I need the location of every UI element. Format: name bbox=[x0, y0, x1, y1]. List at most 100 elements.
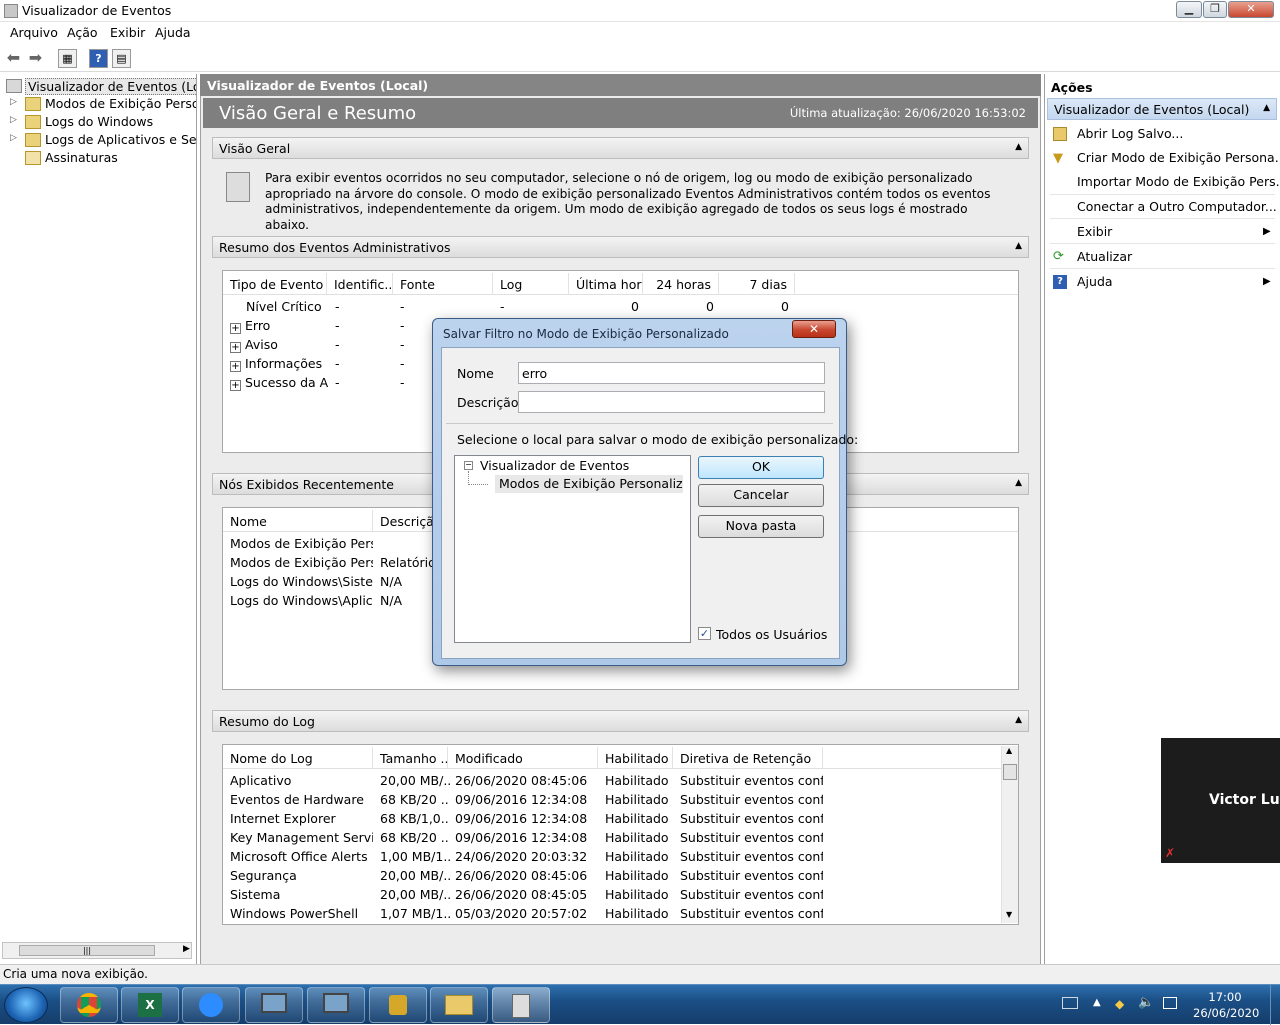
tree-horizontal-scrollbar[interactable]: ||| ▶ bbox=[2, 942, 192, 959]
clock[interactable]: 17:00 26/06/2020 bbox=[1193, 989, 1259, 1021]
table-row[interactable]: + Aviso bbox=[230, 337, 278, 353]
tree-item-windows-logs[interactable]: ▷ Logs do Windows bbox=[0, 113, 196, 131]
zoom-taskbar-icon[interactable] bbox=[182, 987, 240, 1023]
dialog-close-button[interactable]: ✕ bbox=[792, 320, 836, 338]
minimize-button[interactable]: ▁ bbox=[1176, 1, 1202, 18]
table-row[interactable]: Modos de Exibição Perso... bbox=[230, 555, 373, 570]
table-row[interactable]: Windows PowerShell bbox=[230, 906, 373, 921]
tree-item-subscriptions[interactable]: Assinaturas bbox=[0, 149, 196, 167]
column-header[interactable]: Diretiva de Retenção bbox=[673, 747, 823, 769]
menu-ajuda[interactable]: Ajuda bbox=[155, 25, 191, 40]
table-row[interactable]: Segurança bbox=[230, 868, 373, 883]
remote-desktop-taskbar-icon[interactable] bbox=[245, 987, 303, 1023]
lock-taskbar-icon[interactable] bbox=[369, 987, 427, 1023]
table-row[interactable]: + Informações bbox=[230, 356, 322, 372]
forward-arrow-icon[interactable]: ➡ bbox=[26, 49, 45, 68]
close-window-button[interactable]: ✕ bbox=[1228, 1, 1274, 18]
excel-taskbar-icon[interactable]: X bbox=[121, 987, 179, 1023]
table-row[interactable]: Microsoft Office Alerts bbox=[230, 849, 373, 864]
computer-taskbar-icon[interactable] bbox=[307, 987, 365, 1023]
collapse-minus-icon[interactable]: − bbox=[464, 461, 473, 470]
expand-plus-icon[interactable]: + bbox=[230, 323, 241, 334]
table-row[interactable]: Logs do Windows\Aplica... bbox=[230, 593, 373, 608]
log-vertical-scrollbar[interactable]: ▲ ▼ bbox=[1001, 746, 1018, 923]
section-overview-header[interactable]: Visão Geral ▲ bbox=[212, 137, 1029, 159]
action-create-custom-view[interactable]: Criar Modo de Exibição Persona... bbox=[1077, 150, 1280, 165]
back-arrow-icon[interactable]: ⬅ bbox=[4, 49, 23, 68]
video-call-overlay[interactable]: Victor Luiz ✗ bbox=[1161, 738, 1280, 863]
scroll-thumb[interactable]: ||| bbox=[19, 945, 155, 956]
event-viewer-taskbar-icon[interactable] bbox=[492, 987, 550, 1023]
table-row[interactable]: Eventos de Hardware bbox=[230, 792, 373, 807]
tree-item-local[interactable]: Visualizador de Eventos (Local) bbox=[0, 77, 196, 95]
column-header[interactable]: Última hora bbox=[569, 273, 643, 295]
scroll-thumb[interactable] bbox=[1003, 764, 1017, 780]
expand-arrow-icon[interactable]: ▷ bbox=[10, 133, 17, 143]
table-row[interactable]: Key Management Service bbox=[230, 830, 373, 845]
tree-child-item[interactable]: Modos de Exibição Personalizados bbox=[495, 475, 683, 493]
console-tree-icon[interactable]: ▦ bbox=[58, 49, 77, 68]
action-pane-icon[interactable]: ▤ bbox=[112, 49, 131, 68]
table-row[interactable]: Aplicativo bbox=[230, 773, 373, 788]
keyboard-icon[interactable] bbox=[1062, 997, 1078, 1009]
cancel-button[interactable]: Cancelar bbox=[698, 484, 824, 507]
menu-exibir[interactable]: Exibir bbox=[110, 25, 145, 40]
action-import-custom-view[interactable]: Importar Modo de Exibição Pers... bbox=[1077, 174, 1280, 189]
action-view[interactable]: Exibir bbox=[1077, 224, 1112, 239]
tree-item-custom-views[interactable]: ▷ Modos de Exibição Personalizados bbox=[0, 95, 196, 113]
tree-root-item[interactable]: Visualizador de Eventos bbox=[480, 458, 629, 473]
section-admin-summary-header[interactable]: Resumo dos Eventos Administrativos ▲ bbox=[212, 236, 1029, 258]
table-row[interactable]: Sistema bbox=[230, 887, 373, 902]
expand-plus-icon[interactable]: + bbox=[230, 342, 241, 353]
table-row[interactable]: Modos de Exibição Perso... bbox=[230, 536, 373, 551]
collapse-icon[interactable]: ▲ bbox=[1015, 478, 1022, 488]
collapse-icon[interactable]: ▲ bbox=[1015, 241, 1022, 251]
column-header[interactable]: Habilitado bbox=[598, 747, 673, 769]
all-users-checkbox[interactable]: ✓ bbox=[698, 627, 711, 640]
explorer-taskbar-icon[interactable] bbox=[430, 987, 488, 1023]
action-open-saved-log[interactable]: Abrir Log Salvo... bbox=[1077, 126, 1183, 141]
column-header[interactable]: 7 dias bbox=[719, 273, 795, 295]
expand-arrow-icon[interactable]: ▷ bbox=[10, 97, 17, 107]
show-desktop-button[interactable] bbox=[1270, 985, 1280, 1025]
column-header[interactable]: Identific... bbox=[327, 273, 393, 295]
menu-acao[interactable]: Ação bbox=[67, 25, 98, 40]
show-hidden-icons[interactable]: ▲ bbox=[1093, 997, 1101, 1008]
description-input[interactable] bbox=[518, 391, 825, 413]
scroll-up-icon[interactable]: ▲ bbox=[1006, 746, 1012, 755]
tree-item-app-logs[interactable]: ▷ Logs de Aplicativos e Serviços bbox=[0, 131, 196, 149]
action-connect-computer[interactable]: Conectar a Outro Computador... bbox=[1077, 199, 1277, 214]
actions-group-header[interactable]: Visualizador de Eventos (Local) ▲ bbox=[1047, 98, 1277, 120]
column-header[interactable]: Nome do Log bbox=[223, 747, 373, 769]
table-row[interactable]: Internet Explorer bbox=[230, 811, 373, 826]
table-row[interactable]: + Erro bbox=[230, 318, 270, 334]
collapse-icon[interactable]: ▲ bbox=[1015, 715, 1022, 725]
column-header[interactable]: Tipo de Evento bbox=[223, 273, 327, 295]
scroll-right-icon[interactable]: ▶ bbox=[183, 944, 190, 954]
column-header[interactable]: Nome bbox=[223, 510, 373, 532]
action-refresh[interactable]: Atualizar bbox=[1077, 249, 1132, 264]
window-titlebar[interactable]: Visualizador de Eventos ▁ ❐ ✕ bbox=[0, 0, 1280, 22]
column-header[interactable]: Log bbox=[493, 273, 569, 295]
section-log-summary-header[interactable]: Resumo do Log ▲ bbox=[212, 710, 1029, 732]
name-input[interactable]: erro bbox=[518, 362, 825, 384]
column-header[interactable]: Modificado bbox=[448, 747, 598, 769]
expand-plus-icon[interactable]: + bbox=[230, 380, 241, 391]
help-icon[interactable]: ? bbox=[89, 49, 108, 68]
scroll-down-icon[interactable]: ▼ bbox=[1006, 910, 1012, 919]
action-help[interactable]: Ajuda bbox=[1077, 274, 1113, 289]
column-header[interactable]: Fonte bbox=[393, 273, 493, 295]
new-folder-button[interactable]: Nova pasta bbox=[698, 515, 824, 538]
column-header[interactable]: Tamanho ... bbox=[373, 747, 448, 769]
collapse-icon[interactable]: ▲ bbox=[1015, 142, 1022, 152]
ok-button[interactable]: OK bbox=[698, 456, 824, 479]
collapse-icon[interactable]: ▲ bbox=[1263, 103, 1270, 113]
network-icon[interactable] bbox=[1163, 997, 1177, 1009]
start-button[interactable] bbox=[4, 987, 48, 1023]
column-header[interactable]: 24 horas bbox=[643, 273, 719, 295]
chrome-taskbar-icon[interactable] bbox=[60, 987, 118, 1023]
menu-arquivo[interactable]: Arquivo bbox=[10, 25, 58, 40]
volume-icon[interactable]: 🔈 bbox=[1138, 995, 1154, 1010]
maximize-button[interactable]: ❐ bbox=[1203, 1, 1227, 18]
table-row[interactable]: + Sucesso da A... bbox=[230, 375, 328, 391]
